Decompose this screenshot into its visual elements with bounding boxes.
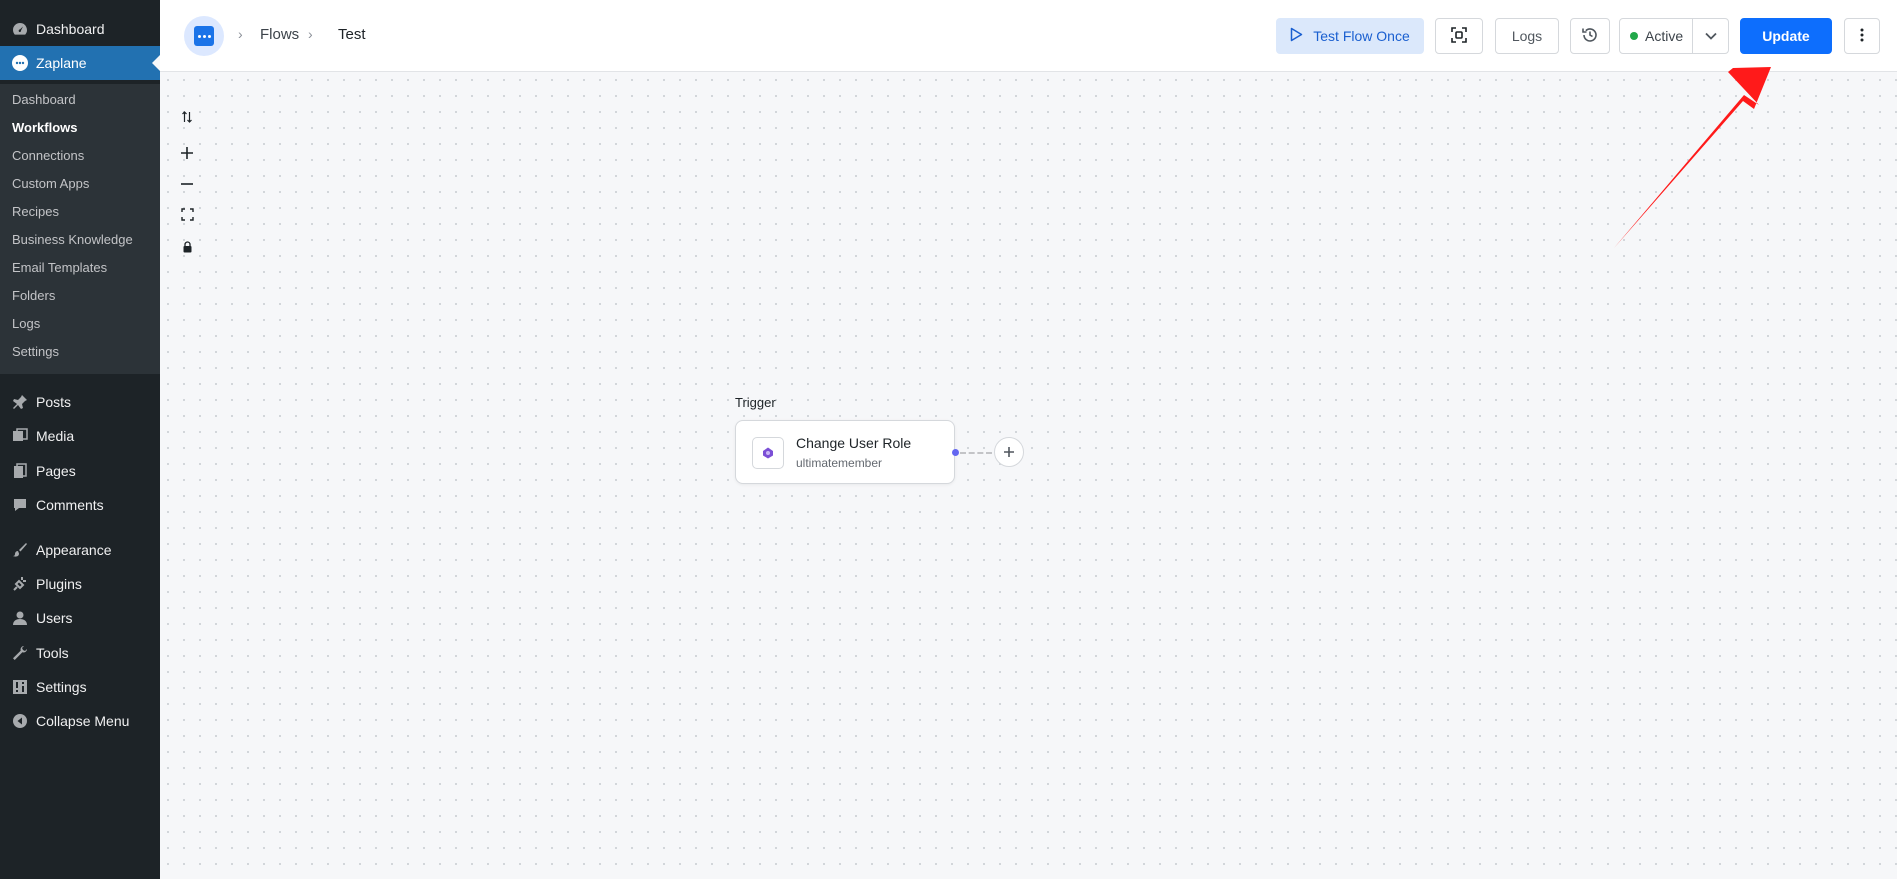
- update-label: Update: [1762, 28, 1810, 44]
- node-edge: [960, 452, 992, 454]
- submenu-email-templates[interactable]: Email Templates: [12, 258, 107, 278]
- menu-media[interactable]: Media: [0, 419, 160, 453]
- menu-users[interactable]: Users: [0, 601, 160, 635]
- menu-label: Zaplane: [36, 55, 87, 71]
- collapse-menu-button[interactable]: Collapse Menu: [0, 704, 160, 738]
- menu-label: Settings: [36, 679, 87, 695]
- trigger-label: Trigger: [735, 395, 776, 410]
- zaplane-submenu: Dashboard Workflows Connections Custom A…: [0, 84, 160, 374]
- status-toggle: Active: [1619, 18, 1729, 54]
- brush-icon: [10, 540, 30, 560]
- comment-icon: [10, 495, 30, 515]
- menu-label: Dashboard: [36, 21, 105, 37]
- node-subtitle: ultimatemember: [796, 456, 883, 470]
- menu-dashboard[interactable]: Dashboard: [0, 12, 160, 46]
- user-icon: [10, 608, 30, 628]
- node-title: Change User Role: [796, 435, 912, 451]
- logo-icon: [194, 26, 214, 46]
- menu-label: Appearance: [36, 542, 112, 558]
- history-button[interactable]: [1570, 18, 1610, 54]
- menu-label: Comments: [36, 497, 104, 513]
- menu-plugins[interactable]: Plugins: [0, 567, 160, 601]
- media-icon: [10, 426, 30, 446]
- more-vertical-icon: [1860, 26, 1864, 47]
- screenshot-button[interactable]: [1435, 18, 1483, 54]
- capture-icon: [1450, 26, 1468, 47]
- pin-icon: [10, 392, 30, 412]
- chevron-down-icon: [1704, 27, 1717, 45]
- menu-pages[interactable]: Pages: [0, 454, 160, 488]
- menu-appearance[interactable]: Appearance: [0, 533, 160, 567]
- lock-icon: [182, 240, 193, 258]
- menu-label: Collapse Menu: [36, 713, 130, 729]
- breadcrumb-current: Test: [338, 26, 366, 43]
- status-button[interactable]: Active: [1620, 19, 1692, 53]
- menu-tools[interactable]: Tools: [0, 636, 160, 670]
- submenu-folders[interactable]: Folders: [12, 286, 55, 306]
- submenu-recipes[interactable]: Recipes: [12, 202, 59, 222]
- plus-icon: [1003, 442, 1015, 463]
- menu-comments[interactable]: Comments: [0, 488, 160, 522]
- pages-icon: [10, 461, 30, 481]
- menu-settings[interactable]: Settings: [0, 670, 160, 704]
- submenu-logs[interactable]: Logs: [12, 314, 40, 334]
- add-step-button[interactable]: [994, 437, 1024, 467]
- admin-sidebar: Dashboard Zaplane Dashboard Workflows Co…: [0, 0, 160, 879]
- submenu-settings[interactable]: Settings: [12, 342, 59, 362]
- ultimate-member-icon: [752, 437, 784, 469]
- plug-icon: [10, 574, 30, 594]
- fit-view-button[interactable]: [176, 206, 198, 228]
- more-options-button[interactable]: [1844, 18, 1880, 54]
- collapse-icon: [10, 711, 30, 731]
- plus-icon: [180, 146, 194, 165]
- trigger-node[interactable]: Change User Role ultimatemember: [735, 420, 955, 484]
- chevron-right-icon: ›: [238, 26, 243, 42]
- submenu-workflows[interactable]: Workflows: [12, 118, 78, 138]
- zaplane-icon: [10, 53, 30, 73]
- menu-label: Users: [36, 610, 73, 626]
- menu-label: Media: [36, 428, 75, 444]
- menu-label: Plugins: [36, 576, 82, 592]
- submenu-business-knowledge[interactable]: Business Knowledge: [12, 230, 133, 250]
- test-flow-label: Test Flow Once: [1313, 28, 1410, 44]
- zoom-in-button[interactable]: [176, 144, 198, 166]
- layout-direction-button[interactable]: [176, 108, 198, 130]
- fullscreen-icon: [180, 208, 194, 226]
- menu-zaplane[interactable]: Zaplane: [0, 46, 160, 80]
- breadcrumb-flows[interactable]: Flows: [260, 26, 299, 43]
- submenu-connections[interactable]: Connections: [12, 146, 84, 166]
- wrench-icon: [10, 643, 30, 663]
- update-button[interactable]: Update: [1740, 18, 1832, 54]
- menu-label: Tools: [36, 645, 69, 661]
- menu-posts[interactable]: Posts: [0, 385, 160, 419]
- zoom-out-button[interactable]: [176, 175, 198, 197]
- node-output-handle[interactable]: [952, 449, 959, 456]
- submenu-dashboard[interactable]: Dashboard: [12, 90, 76, 110]
- flow-header: › Flows › Test Test Flow Once Logs Activ…: [160, 0, 1897, 72]
- menu-label: Pages: [36, 463, 76, 479]
- status-label: Active: [1645, 28, 1684, 44]
- logs-label: Logs: [1511, 28, 1543, 44]
- swap-vertical-icon: [181, 110, 193, 128]
- dashboard-icon: [10, 19, 30, 39]
- status-dot: [1630, 32, 1638, 40]
- chevron-right-icon: ›: [308, 26, 313, 42]
- flow-canvas[interactable]: Trigger Change User Role ultimatemember: [160, 72, 1897, 879]
- sliders-icon: [10, 677, 30, 697]
- logs-button[interactable]: Logs: [1495, 18, 1559, 54]
- test-flow-once-button[interactable]: Test Flow Once: [1276, 18, 1424, 54]
- play-icon: [1290, 27, 1303, 45]
- menu-label: Posts: [36, 394, 72, 410]
- submenu-custom-apps[interactable]: Custom Apps: [12, 174, 89, 194]
- lock-canvas-button[interactable]: [176, 238, 198, 260]
- minus-icon: [180, 177, 194, 196]
- app-logo[interactable]: [184, 16, 224, 56]
- history-icon: [1581, 26, 1599, 47]
- status-dropdown-button[interactable]: [1692, 19, 1728, 53]
